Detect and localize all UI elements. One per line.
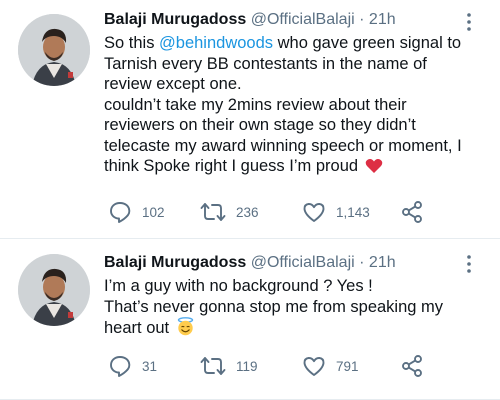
reply-button[interactable]: 31 <box>108 352 157 380</box>
retweet-count: 236 <box>236 204 259 220</box>
share-icon <box>400 354 424 378</box>
tweet-header: Balaji Murugadoss @OfficialBalaji · 21h <box>104 11 396 29</box>
tweet-actions: 31 119 791 <box>104 352 484 380</box>
tweet-line: think Spoke right I guess I’m proud <box>104 156 484 180</box>
retweet-icon <box>200 200 226 224</box>
tweet-text: So this @behindwoods who gave green sign… <box>104 33 484 180</box>
timestamp[interactable]: 21h <box>369 254 396 271</box>
share-button[interactable] <box>400 352 424 380</box>
author-handle[interactable]: @OfficialBalaji <box>251 11 355 28</box>
like-count: 1,143 <box>336 204 370 220</box>
avatar[interactable] <box>18 14 90 86</box>
retweet-icon <box>200 354 226 378</box>
like-button[interactable]: 791 <box>302 352 359 380</box>
share-icon <box>400 200 424 224</box>
tweet-line: I’m a guy with no background ? Yes ! <box>104 277 373 295</box>
retweet-button[interactable]: 236 <box>200 198 259 226</box>
retweet-button[interactable]: 119 <box>200 352 258 380</box>
tweet-text: I’m a guy with no background ? Yes ! Tha… <box>104 276 484 342</box>
reply-button[interactable]: 102 <box>108 198 165 226</box>
tweet-actions: 102 236 1,143 <box>104 198 484 226</box>
separator: · <box>359 11 365 28</box>
tweet-line: So this @behindwoods who gave green sign… <box>104 34 462 52</box>
like-icon <box>302 200 326 224</box>
smiling-face-with-halo-emoji <box>176 317 195 342</box>
tweet-line: couldn’t take my 2mins review about thei… <box>104 95 407 114</box>
avatar-image <box>18 14 90 86</box>
tweet-feed: Balaji Murugadoss @OfficialBalaji · 21h … <box>0 0 500 400</box>
tweet[interactable]: Balaji Murugadoss @OfficialBalaji · 21h … <box>0 238 500 400</box>
avatar-image <box>18 254 90 326</box>
separator: · <box>359 254 365 271</box>
red-heart-emoji <box>365 158 383 180</box>
more-icon[interactable] <box>460 10 478 34</box>
like-icon <box>302 354 326 378</box>
avatar[interactable] <box>18 254 90 326</box>
tweet-header: Balaji Murugadoss @OfficialBalaji · 21h <box>104 254 396 272</box>
like-button[interactable]: 1,143 <box>302 198 370 226</box>
tweet-line: telecaste my award winning speech or mom… <box>104 136 462 155</box>
more-icon[interactable] <box>460 252 478 276</box>
author-name[interactable]: Balaji Murugadoss <box>104 11 246 28</box>
like-count: 791 <box>336 358 359 374</box>
tweet[interactable]: Balaji Murugadoss @OfficialBalaji · 21h … <box>0 0 500 238</box>
tweet-line: That’s never gonna stop me from speaking… <box>104 297 444 316</box>
author-handle[interactable]: @OfficialBalaji <box>251 254 355 271</box>
reply-count: 102 <box>142 204 165 220</box>
share-button[interactable] <box>400 198 424 226</box>
mention-link[interactable]: @behindwoods <box>159 34 273 52</box>
timestamp[interactable]: 21h <box>369 11 396 28</box>
reply-icon <box>108 354 132 378</box>
author-name[interactable]: Balaji Murugadoss <box>104 254 246 271</box>
tweet-line: Tarnish every BB contestants in the name… <box>104 54 427 73</box>
tweet-line: review except one. <box>104 75 242 93</box>
reply-icon <box>108 200 132 224</box>
retweet-count: 119 <box>236 358 258 374</box>
reply-count: 31 <box>142 358 158 374</box>
tweet-line: heart out <box>104 317 484 342</box>
tweet-line: reviewers on their own stage so they did… <box>104 116 416 134</box>
